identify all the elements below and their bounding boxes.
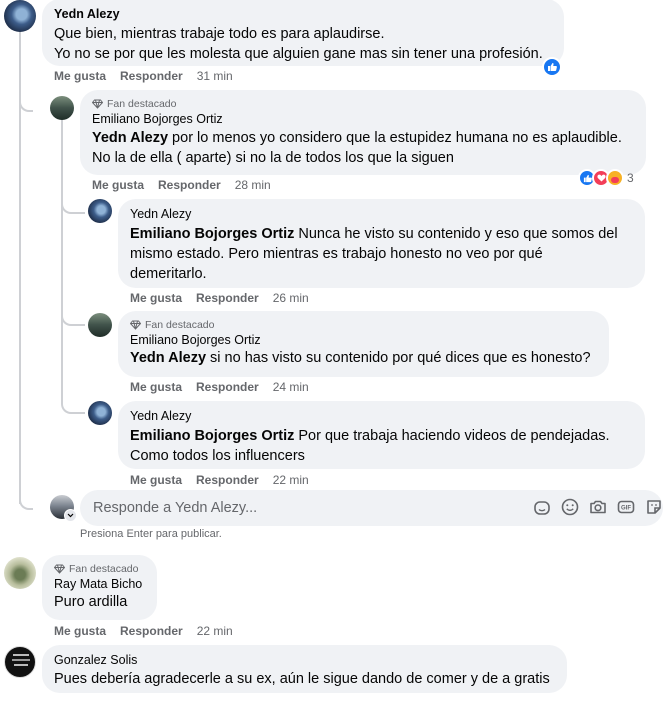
- comment-actions: Me gusta Responder 28 min: [92, 178, 271, 192]
- comment-bubble: Fan destacado Emiliano Bojorges Ortiz Ye…: [80, 90, 646, 175]
- comment-line: Yedn Alezy si no has visto su contenido …: [130, 348, 597, 368]
- chevron-down-icon[interactable]: [64, 509, 77, 522]
- comment-text: Que bien, mientras trabaje todo es para …: [54, 24, 552, 64]
- comment-text: Puro ardilla: [54, 594, 128, 610]
- comment-time[interactable]: 24 min: [273, 380, 309, 394]
- comment-text-span: Por que trabaja haciendo videos de pende…: [294, 428, 610, 444]
- comment-time[interactable]: 26 min: [273, 291, 309, 305]
- thread-connector: [61, 308, 85, 326]
- like-button[interactable]: Me gusta: [130, 380, 182, 394]
- reply-button[interactable]: Responder: [120, 69, 183, 83]
- comment-author[interactable]: Yedn Alezy: [130, 206, 633, 222]
- sticker-icon[interactable]: [644, 497, 663, 517]
- thread-connector: [61, 196, 85, 214]
- comment-bubble: Fan destacado Emiliano Bojorges Ortiz Ye…: [118, 311, 609, 377]
- comment-actions: Me gusta Responder 31 min: [54, 69, 233, 83]
- comment-line: demeritarlo.: [130, 266, 207, 282]
- mention-link[interactable]: Emiliano Bojorges Ortiz: [130, 428, 294, 444]
- comment-bubble: Yedn Alezy Que bien, mientras trabaje to…: [42, 0, 564, 66]
- reply-button[interactable]: Responder: [196, 380, 259, 394]
- comment-text: Pues debería agradecerle a su ex, aún le…: [54, 671, 550, 687]
- like-button[interactable]: Me gusta: [54, 624, 106, 638]
- diamond-icon: [54, 564, 65, 574]
- comment-line: Yo no se por que les molesta que alguien…: [54, 46, 543, 62]
- comment-text: Emiliano Bojorges Ortiz Nunca he visto s…: [130, 224, 633, 284]
- comment-bubble: Gonzalez Solis Pues debería agradecerle …: [42, 645, 567, 693]
- thread-connector: [61, 398, 85, 414]
- thread-line: [61, 120, 63, 398]
- thread-connector: [19, 486, 33, 510]
- like-reaction-icon[interactable]: [542, 57, 562, 77]
- care-reaction-icon: [606, 169, 624, 187]
- reaction-count: 3: [627, 171, 634, 185]
- enter-hint: Presiona Enter para publicar.: [80, 528, 222, 540]
- comment-actions: Me gusta Responder 24 min: [130, 380, 309, 394]
- camera-icon[interactable]: [588, 497, 608, 517]
- reply-input[interactable]: [91, 499, 515, 517]
- avatar-sticker-icon[interactable]: [532, 498, 552, 518]
- comment-author[interactable]: Emiliano Bojorges Ortiz: [130, 332, 597, 348]
- mention-link[interactable]: Yedn Alezy: [92, 130, 168, 146]
- comment-bubble: Yedn Alezy Emiliano Bojorges Ortiz Por q…: [118, 401, 645, 469]
- fan-badge: Fan destacado: [54, 562, 145, 576]
- comment-time[interactable]: 28 min: [235, 178, 271, 192]
- comment-line: Que bien, mientras trabaje todo es para …: [54, 26, 385, 42]
- avatar[interactable]: [4, 0, 36, 32]
- avatar[interactable]: [4, 646, 36, 678]
- avatar[interactable]: [88, 401, 112, 425]
- avatar[interactable]: [88, 199, 112, 223]
- mention-link[interactable]: Emiliano Bojorges Ortiz: [130, 226, 294, 242]
- comment-line: Yedn Alezy por lo menos yo considero que…: [92, 128, 634, 148]
- comment-author[interactable]: Ray Mata Bicho: [54, 576, 145, 592]
- comment-line: Emiliano Bojorges Ortiz Por que trabaja …: [130, 426, 633, 446]
- comment-text-span: Nunca he visto su contenido y eso que so…: [294, 226, 618, 242]
- reply-button[interactable]: Responder: [196, 291, 259, 305]
- reply-button[interactable]: Responder: [196, 473, 259, 487]
- comment-line: Emiliano Bojorges Ortiz Nunca he visto s…: [130, 224, 633, 244]
- like-button[interactable]: Me gusta: [130, 473, 182, 487]
- comment-actions: Me gusta Responder 26 min: [130, 291, 309, 305]
- comment-author[interactable]: Yedn Alezy: [130, 408, 633, 424]
- avatar[interactable]: [4, 557, 36, 589]
- comment-bubble: Yedn Alezy Emiliano Bojorges Ortiz Nunca…: [118, 199, 645, 288]
- fan-badge-label: Fan destacado: [107, 98, 177, 110]
- like-button[interactable]: Me gusta: [92, 178, 144, 192]
- reply-button[interactable]: Responder: [120, 624, 183, 638]
- emoji-icon[interactable]: [560, 497, 580, 517]
- comment-author[interactable]: Emiliano Bojorges Ortiz: [92, 111, 634, 127]
- thread-connector: [19, 90, 33, 112]
- fan-badge: Fan destacado: [130, 318, 597, 332]
- comment-actions: Me gusta Responder 22 min: [130, 473, 309, 487]
- comment-line: Como todos los influencers: [130, 448, 305, 464]
- comment-line: mismo estado. Pero mientras es trabajo h…: [130, 246, 543, 262]
- comment-text-span: por lo menos yo considero que la estupid…: [168, 130, 622, 146]
- avatar[interactable]: [88, 313, 112, 337]
- like-button[interactable]: Me gusta: [54, 69, 106, 83]
- gif-icon[interactable]: GIF: [616, 497, 636, 517]
- comment-line: No la de ella ( aparte) si no la de todo…: [92, 150, 454, 166]
- comment-author[interactable]: Yedn Alezy: [54, 6, 552, 22]
- comment-actions: Me gusta Responder 22 min: [54, 624, 233, 638]
- comment-author[interactable]: Gonzalez Solis: [54, 652, 555, 668]
- diamond-icon: [130, 320, 141, 330]
- fan-badge-label: Fan destacado: [145, 319, 215, 331]
- fan-badge: Fan destacado: [92, 97, 634, 111]
- comment-text-span: si no has visto su contenido por qué dic…: [206, 350, 591, 366]
- comment-time[interactable]: 22 min: [273, 473, 309, 487]
- comment-text: Yedn Alezy si no has visto su contenido …: [130, 348, 597, 368]
- svg-text:GIF: GIF: [621, 506, 631, 512]
- comment-text: Yedn Alezy por lo menos yo considero que…: [92, 128, 634, 168]
- reply-button[interactable]: Responder: [158, 178, 221, 192]
- reactions-summary[interactable]: 3: [578, 168, 634, 188]
- avatar[interactable]: [50, 96, 74, 120]
- fan-badge-label: Fan destacado: [69, 563, 139, 575]
- comment-time[interactable]: 22 min: [197, 624, 233, 638]
- diamond-icon: [92, 99, 103, 109]
- comment-text: Emiliano Bojorges Ortiz Por que trabaja …: [130, 426, 633, 466]
- comment-time[interactable]: 31 min: [197, 69, 233, 83]
- mention-link[interactable]: Yedn Alezy: [130, 350, 206, 366]
- comment-bubble: Fan destacado Ray Mata Bicho Puro ardill…: [42, 555, 157, 620]
- like-button[interactable]: Me gusta: [130, 291, 182, 305]
